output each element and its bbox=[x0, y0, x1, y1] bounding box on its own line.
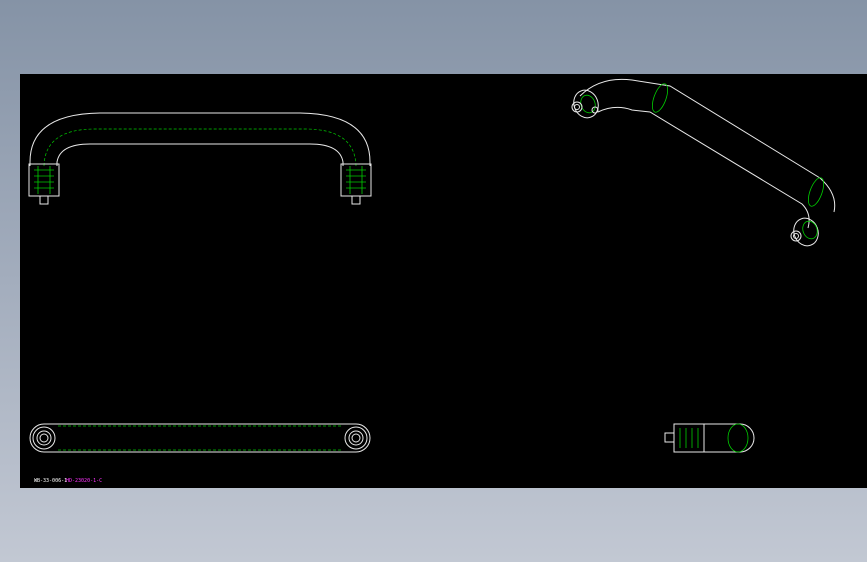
title-block-label: WB-33-006-1 bbox=[34, 478, 67, 484]
handle-inner-outline bbox=[56, 143, 344, 166]
side-mount-block bbox=[673, 423, 705, 453]
top-view-outline bbox=[29, 423, 371, 453]
left-boss-outer bbox=[32, 426, 56, 450]
drawing-canvas: WB-33-006-1 HD-23020-1-C bbox=[28, 78, 836, 484]
iso-lower-end-thread bbox=[802, 220, 818, 240]
right-boss-hole bbox=[351, 433, 361, 443]
right-boss-outer bbox=[344, 426, 368, 450]
iso-upper-end-block bbox=[573, 89, 599, 119]
side-thread-hidden bbox=[679, 428, 699, 448]
iso-upper-hole bbox=[574, 104, 580, 110]
drawing-sheet: WB-33-006-1 HD-23020-1-C bbox=[20, 74, 867, 488]
iso-tube-lower bbox=[597, 106, 810, 229]
top-view bbox=[29, 423, 371, 453]
iso-bend-seam-lower bbox=[807, 177, 825, 207]
part-code-label: HD-23020-1-C bbox=[66, 478, 102, 484]
isometric-view bbox=[571, 78, 836, 247]
side-stud bbox=[664, 432, 675, 443]
iso-bend-seam-upper bbox=[651, 83, 669, 113]
handle-outer-outline bbox=[29, 112, 371, 166]
side-view bbox=[664, 423, 755, 453]
left-boss-mid bbox=[36, 430, 52, 446]
right-stud bbox=[351, 195, 361, 205]
handle-centerline bbox=[43, 128, 357, 167]
right-thread-hidden bbox=[346, 166, 366, 194]
iso-tube-upper bbox=[579, 78, 836, 213]
left-mount-block bbox=[28, 163, 60, 197]
left-boss-hole bbox=[39, 433, 49, 443]
side-tube-profile bbox=[704, 423, 755, 453]
left-stud bbox=[39, 195, 49, 205]
iso-upper-boss bbox=[571, 101, 583, 113]
right-boss-mid bbox=[348, 430, 364, 446]
left-thread-hidden bbox=[34, 166, 54, 194]
front-view bbox=[28, 112, 372, 205]
right-mount-block bbox=[340, 163, 372, 197]
side-tube-section bbox=[727, 423, 749, 453]
